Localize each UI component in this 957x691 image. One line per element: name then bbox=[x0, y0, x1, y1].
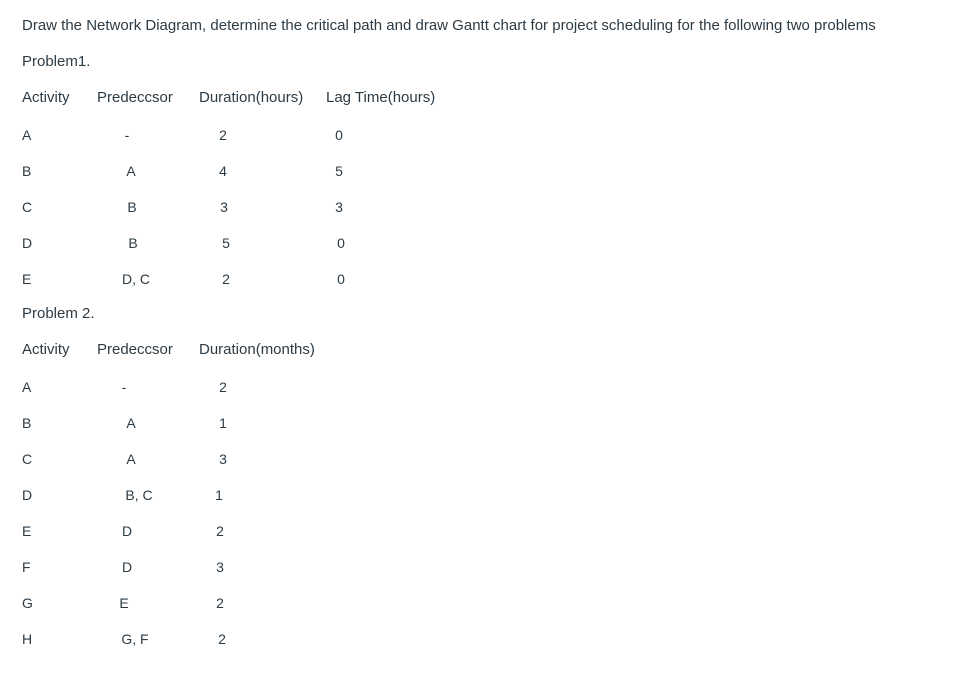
problem2-title: Problem 2. bbox=[22, 305, 95, 322]
p2-duration: 1 bbox=[215, 487, 223, 503]
p2-predecessor: E bbox=[119, 595, 129, 611]
p1-predecessor: B bbox=[127, 199, 137, 215]
p2-duration: 2 bbox=[218, 631, 226, 647]
p2-duration: 2 bbox=[216, 523, 224, 539]
p1-duration: 2 bbox=[219, 127, 227, 143]
p2-predecessor: A bbox=[126, 415, 136, 431]
p1-duration: 2 bbox=[222, 271, 230, 287]
p2-duration: 1 bbox=[219, 415, 227, 431]
p1-predecessor: - bbox=[124, 127, 130, 143]
p1-header-duration: Duration(hours) bbox=[199, 89, 304, 106]
p2-predecessor: D bbox=[121, 559, 133, 575]
p2-activity: D bbox=[22, 487, 33, 503]
p2-activity: F bbox=[22, 559, 31, 575]
p1-predecessor: B bbox=[128, 235, 138, 251]
p2-activity: A bbox=[22, 379, 32, 395]
p1-duration: 5 bbox=[222, 235, 230, 251]
p2-activity: B bbox=[22, 415, 32, 431]
p1-duration: 3 bbox=[220, 199, 228, 215]
p2-duration: 3 bbox=[219, 451, 227, 467]
p1-activity: A bbox=[22, 127, 32, 143]
p2-predecessor: - bbox=[121, 379, 127, 395]
p2-header-activity: Activity bbox=[22, 341, 70, 358]
p2-activity: E bbox=[22, 523, 32, 539]
p1-activity: C bbox=[22, 199, 33, 215]
p2-header-duration: Duration(months) bbox=[199, 341, 315, 358]
p1-lag: 0 bbox=[337, 271, 345, 287]
p1-activity: E bbox=[22, 271, 32, 287]
p2-duration: 2 bbox=[219, 379, 227, 395]
p2-predecessor: B, C bbox=[125, 487, 153, 503]
p2-activity: C bbox=[22, 451, 33, 467]
p1-duration: 4 bbox=[219, 163, 227, 179]
p1-lag: 0 bbox=[335, 127, 343, 143]
p2-duration: 2 bbox=[216, 595, 224, 611]
p2-predecessor: G, F bbox=[121, 631, 149, 647]
p2-predecessor: A bbox=[126, 451, 136, 467]
problem1-title: Problem1. bbox=[22, 53, 91, 70]
p2-activity: H bbox=[22, 631, 33, 647]
p2-predecessor: D bbox=[121, 523, 133, 539]
p1-predecessor: D, C bbox=[122, 271, 150, 287]
p1-lag: 3 bbox=[335, 199, 343, 215]
p2-duration: 3 bbox=[216, 559, 224, 575]
p1-lag: 0 bbox=[337, 235, 345, 251]
p2-activity: G bbox=[22, 595, 33, 611]
p2-header-predecessor: Predeccsor bbox=[97, 341, 173, 358]
p1-activity: B bbox=[22, 163, 32, 179]
p1-header-lag: Lag Time(hours) bbox=[326, 89, 436, 106]
p1-lag: 5 bbox=[335, 163, 343, 179]
instruction-text: Draw the Network Diagram, determine the … bbox=[22, 17, 876, 34]
p1-predecessor: A bbox=[126, 163, 136, 179]
p1-header-activity: Activity bbox=[22, 89, 70, 106]
p1-activity: D bbox=[22, 235, 33, 251]
p1-header-predecessor: Predeccsor bbox=[97, 89, 173, 106]
